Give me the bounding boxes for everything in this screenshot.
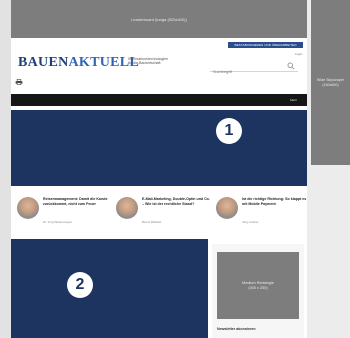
medium-rectangle-label: Medium Rectangle [242,280,274,285]
newsletter-heading[interactable]: Newsletter abonnieren [217,327,256,331]
leaderboard-label: Leaderboard (tunga (925x400)) [131,16,187,22]
article-headline[interactable]: Reisenmanagement: Damit die Kunde zurück… [43,197,111,206]
left-margin [0,0,11,338]
author-avatar [116,197,138,219]
skyscraper-label: Wide Skyscraper (160x600) [316,78,345,87]
print-icon[interactable] [15,79,23,85]
tagline-line2: für die Bauwirtschaft [128,61,161,66]
article-author: Bernd Rühbelt [142,220,162,224]
site-logo[interactable]: BAUENAKTUELL [18,55,139,71]
article-author: Jörg Lindner [242,220,259,224]
article-teaser[interactable]: E-Mail-Marketing, Double-Optin und Co. –… [116,191,210,233]
ad-slot-2[interactable] [11,239,208,338]
author-avatar [17,197,39,219]
article-headline[interactable]: Ist die richtige Richtung: So klappt es … [242,197,310,206]
article-teaser[interactable]: Ist die richtige Richtung: So klappt es … [216,191,310,233]
medium-rectangle-ad[interactable]: Medium Rectangle (300 x 250) [217,252,299,319]
article-teasers: Reisenmanagement: Damit die Kunde zurück… [11,191,307,233]
ad-slot-2-number: 2 [67,272,93,298]
nav-more-link[interactable]: Mehr [290,98,297,102]
login-link[interactable]: Login [295,52,302,56]
ad-slot-1-number: 1 [216,118,242,144]
site-tagline: Informationstechnologien für die Bauwirt… [128,57,188,65]
author-avatar [216,197,238,219]
search-box [210,60,298,74]
ad-slot-1[interactable] [11,110,307,186]
medium-rectangle-size: (300 x 250) [248,285,268,290]
main-navbar: Mehr [11,94,307,106]
search-icon[interactable] [287,62,295,70]
article-headline[interactable]: E-Mail-Marketing, Double-Optin und Co. –… [142,197,210,206]
article-teaser[interactable]: Reisenmanagement: Damit die Kunde zurück… [17,191,111,233]
subscribe-button-label: BESTABONNIEREN UND ÜBERARBEITEN [234,43,297,47]
search-input[interactable] [210,70,273,74]
logo-part1: BAUEN [18,55,69,70]
article-author: Dr. Jörg Westermayer [43,220,73,224]
skyscraper-ad[interactable]: Wide Skyscraper (160x600) [311,0,350,165]
subscribe-button[interactable]: BESTABONNIEREN UND ÜBERARBEITEN [228,42,303,48]
leaderboard-ad[interactable]: Leaderboard (tunga (925x400)) [11,0,307,38]
